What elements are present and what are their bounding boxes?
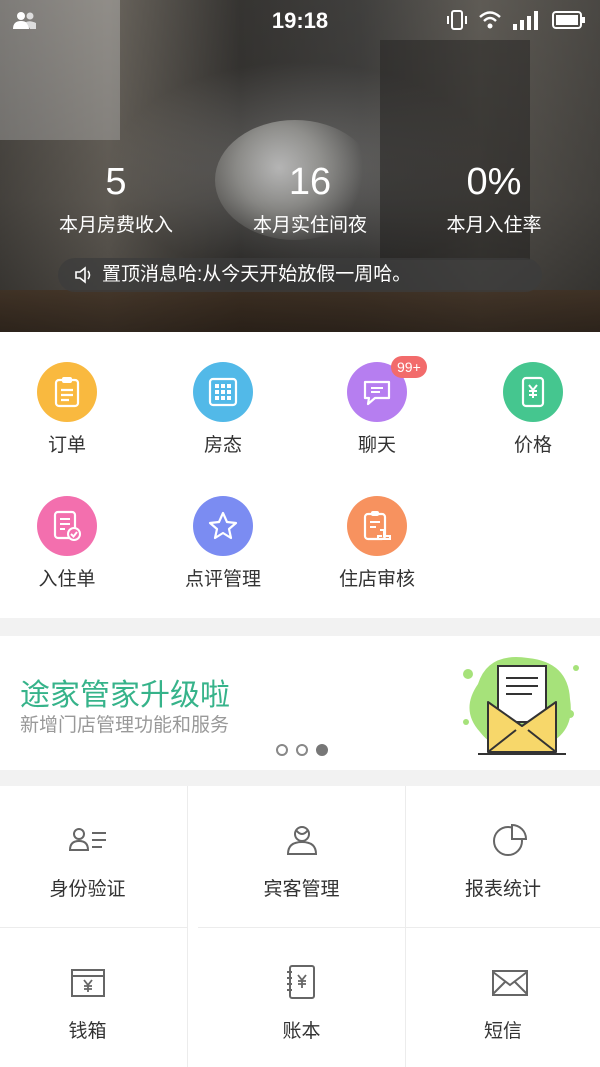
checkin-form-icon [37,496,97,556]
quick-label: 入住单 [38,569,96,590]
stat-label: 本月实住间夜 [252,215,367,236]
order-clipboard-icon [37,362,97,422]
tool-label: 短信 [483,1021,522,1042]
quick-checkin-form[interactable]: 入住单 [0,496,142,591]
quick-label: 点评管理 [184,569,261,590]
carousel-dots[interactable] [276,744,328,756]
quick-reviews[interactable]: 点评管理 [148,496,298,591]
stat-value: 16 [288,161,332,203]
quick-stay-audit[interactable]: 住店审核 [302,496,452,591]
quick-label: 房态 [203,435,242,456]
quick-room-status[interactable]: 房态 [148,362,298,457]
review-star-icon [193,496,253,556]
id-verify-icon [68,828,106,851]
quick-actions: 订单 房态 99+ 聊天 价格 入住单 点评管理 住店审核 [0,332,600,618]
stat-label: 本月入住率 [446,215,542,236]
banner-subtitle: 新增门店管理功能和服务 [20,715,230,736]
carousel-dot-active[interactable] [316,744,328,756]
carousel-dot[interactable] [296,744,308,756]
tool-label: 账本 [282,1021,321,1042]
pinned-notice[interactable]: 置顶消息哈:从今天开始放假一周哈。 [58,258,542,292]
envelope-illustration-icon [463,657,579,755]
battery-icon [552,11,585,29]
tool-label: 宾客管理 [263,879,340,900]
quick-chat[interactable]: 99+ 聊天 [302,356,452,457]
tool-id-verify[interactable]: 身份验证 [0,786,188,928]
stat-label: 本月房费收入 [58,215,173,236]
unread-badge: 99+ [391,356,427,378]
stat-value: 0% [466,161,522,203]
quick-label: 聊天 [357,435,396,456]
tool-label: 钱箱 [68,1021,107,1042]
envelope-icon [492,970,528,996]
quick-label: 住店审核 [338,569,415,590]
stat-room-revenue[interactable]: 5 本月房费收入 [26,160,206,237]
status-bar: 19:18 [0,0,600,40]
quick-label: 订单 [47,435,86,456]
stay-audit-icon [347,496,407,556]
tool-reports[interactable]: 报表统计 [406,786,600,928]
quick-order[interactable]: 订单 [0,362,142,457]
room-grid-icon [193,362,253,422]
pie-chart-icon [493,823,528,856]
signal-icon [513,11,538,30]
tools-grid: 身份验证 宾客管理 报表统计 钱箱 账本 短信 [0,786,600,1067]
stat-value: 5 [105,161,127,203]
carousel-dot[interactable] [276,744,288,756]
ledger-icon [287,965,315,999]
wifi-icon [479,11,501,29]
tool-label: 报表统计 [464,879,541,900]
chat-bubble-icon: 99+ [347,356,427,422]
cashbox-icon [71,969,105,997]
tool-cashbox[interactable]: 钱箱 [0,928,188,1067]
hero-banner: 19:18 5 本月房费收入 16 本月实住间夜 0% 本月入住率 置顶消息哈:… [0,0,600,332]
tool-guest-management[interactable]: 宾客管理 [198,786,406,928]
vibrate-icon [447,10,467,30]
tool-ledger[interactable]: 账本 [198,928,406,1067]
quick-price[interactable]: 价格 [458,362,600,457]
notice-text: 置顶消息哈:从今天开始放假一周哈。 [102,264,412,285]
price-yuan-icon [503,362,563,422]
stat-room-nights[interactable]: 16 本月实住间夜 [220,160,400,237]
tool-sms[interactable]: 短信 [406,928,600,1067]
guest-icon [286,826,318,855]
banner-title: 途家管家升级啦 [20,679,230,712]
speaker-icon [75,266,91,284]
stat-occupancy[interactable]: 0% 本月入住率 [404,160,584,237]
quick-label: 价格 [513,435,552,456]
tool-label: 身份验证 [49,879,126,900]
promo-banner[interactable]: 途家管家升级啦 新增门店管理功能和服务 [0,636,600,770]
